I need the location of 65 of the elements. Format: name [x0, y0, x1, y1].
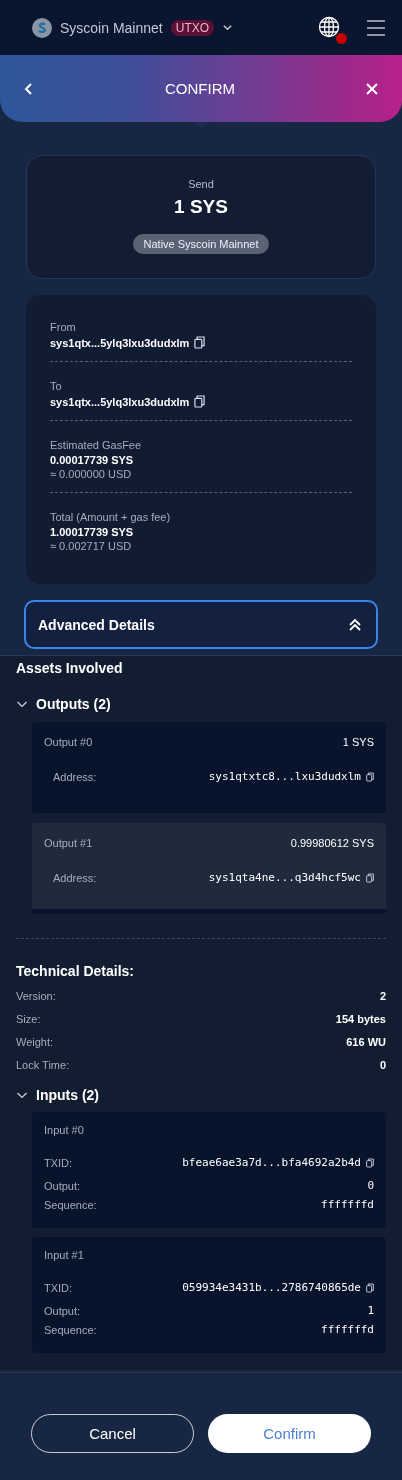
- output-amount: 1 SYS: [342, 736, 374, 748]
- inputs-toggle[interactable]: Inputs (2): [36, 1087, 99, 1103]
- sequence-value: fffffffd: [321, 1323, 374, 1336]
- output-address: sys1qtxtc8...lxu3dudxlm: [208, 770, 361, 783]
- usd-value: ≈ 0.000000 USD: [50, 468, 133, 480]
- outputs-toggle[interactable]: Outputs (2): [36, 696, 111, 712]
- copy-icon[interactable]: [366, 1157, 374, 1168]
- tech-value: 2: [379, 990, 386, 1002]
- detail-label: Total (Amount + gas fee): [50, 511, 172, 523]
- address-label: Address:: [53, 770, 97, 783]
- copy-icon[interactable]: [194, 336, 206, 349]
- output-index: 0: [367, 1179, 374, 1192]
- confirm-button[interactable]: Confirm: [208, 1414, 371, 1453]
- detail-value: 1.00017739 SYS: [50, 526, 134, 538]
- txid-value: 059934e3431b...2786740865de: [182, 1281, 361, 1294]
- caret-icon[interactable]: [222, 22, 234, 33]
- output-label: Output:: [44, 1304, 81, 1317]
- tech-label: Version:: [16, 990, 56, 1002]
- input-name: Input #1: [44, 1249, 84, 1261]
- txid-label: TXID:: [44, 1281, 73, 1294]
- copy-icon[interactable]: [366, 1282, 374, 1293]
- copy-icon[interactable]: [194, 395, 206, 408]
- tech-value: 0: [379, 1059, 386, 1071]
- advanced-details-toggle[interactable]: Advanced Details: [24, 600, 378, 649]
- tech-value: 154 bytes: [335, 1013, 386, 1025]
- tech-label: Weight:: [16, 1036, 54, 1048]
- detail-label: To: [50, 380, 63, 392]
- close-button[interactable]: [366, 82, 378, 95]
- page-title: CONFIRM: [165, 80, 235, 97]
- output-amount: 0.99980612 SYS: [290, 837, 374, 849]
- tech-label: Lock Time:: [16, 1059, 70, 1071]
- output-index: 1: [367, 1304, 374, 1317]
- network-type-badge: UTXO: [170, 19, 215, 36]
- address-label: Address:: [53, 871, 97, 884]
- section-title: Assets Involved: [16, 659, 124, 676]
- copy-icon[interactable]: [366, 771, 374, 782]
- banner-pointer: [193, 122, 209, 128]
- txid-value: bfeae6ae3a7d...bfa4692a2b4d: [182, 1156, 361, 1169]
- sequence-label: Sequence:: [44, 1323, 97, 1336]
- network-name[interactable]: Syscoin Mainnet: [60, 19, 163, 36]
- network-tag: Native Syscoin Mainnet: [132, 234, 270, 254]
- detail-label: Estimated GasFee: [50, 439, 143, 451]
- sequence-label: Sequence:: [44, 1198, 97, 1211]
- syscoin-logo-icon: [32, 17, 52, 38]
- tech-label: Size:: [16, 1013, 41, 1025]
- send-amount: 1 SYS: [174, 196, 228, 218]
- back-button[interactable]: [24, 81, 34, 96]
- output-name: Output #0: [44, 736, 93, 748]
- usd-value: ≈ 0.002717 USD: [50, 540, 133, 552]
- detail-value: sys1qtx...5ylq3lxu3dudxlm: [50, 395, 190, 408]
- detail-label: From: [50, 321, 77, 333]
- menu-icon[interactable]: [366, 18, 386, 37]
- detail-value: sys1qtx...5ylq3lxu3dudxlm: [50, 336, 190, 349]
- output-label: Output:: [44, 1179, 81, 1192]
- output-name: Output #1: [44, 837, 93, 849]
- sequence-value: fffffffd: [321, 1198, 374, 1211]
- section-title: Technical Details:: [16, 962, 135, 979]
- txid-label: TXID:: [44, 1156, 73, 1169]
- detail-value: 0.00017739 SYS: [50, 454, 134, 466]
- globe-icon[interactable]: [318, 15, 340, 38]
- send-label: Send: [188, 178, 214, 190]
- output-address: sys1qta4ne...q3d4hcf5wc: [208, 871, 361, 884]
- tech-value: 616 WU: [346, 1036, 386, 1048]
- input-name: Input #0: [44, 1124, 84, 1136]
- copy-icon[interactable]: [366, 872, 374, 883]
